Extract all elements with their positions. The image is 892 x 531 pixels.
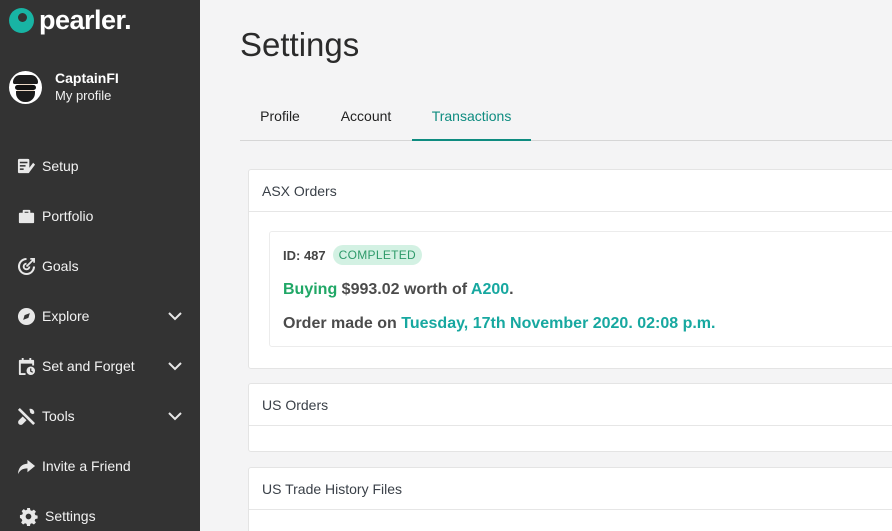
sidebar-item-tools[interactable]: Tools <box>0 396 200 436</box>
order-amount: $993.02 <box>341 281 400 298</box>
briefcase-icon <box>16 206 36 226</box>
us-trade-history-title: US Trade History Files <box>249 468 892 510</box>
sidebar-item-setup[interactable]: Setup <box>0 146 200 186</box>
us-orders-card: US Orders <box>248 383 892 452</box>
sidebar-item-label: Portfolio <box>42 208 94 224</box>
status-badge: COMPLETED <box>332 245 423 265</box>
profile-name: CaptainFI <box>55 70 119 86</box>
chevron-down-icon[interactable] <box>167 408 183 424</box>
sidebar-item-explore[interactable]: Explore <box>0 296 200 336</box>
tab-profile[interactable]: Profile <box>240 98 320 141</box>
gear-icon <box>18 506 38 526</box>
asx-orders-title: ASX Orders <box>249 170 892 212</box>
pearler-logo[interactable]: pearler. <box>9 4 132 36</box>
avatar <box>9 70 42 104</box>
calendar-clock-icon <box>16 356 36 376</box>
sidebar-item-label: Settings <box>45 508 96 524</box>
sidebar-item-label: Goals <box>42 258 79 274</box>
chevron-down-icon[interactable] <box>167 308 183 324</box>
pearler-logo-icon <box>9 7 34 33</box>
target-icon <box>16 256 36 276</box>
my-profile-link[interactable]: My profile <box>55 87 119 105</box>
sidebar-item-invite-a-friend[interactable]: Invite a Friend <box>0 446 200 486</box>
tab-transactions[interactable]: Transactions <box>412 98 531 141</box>
order-period: . <box>509 281 514 298</box>
sidebar-item-label: Set and Forget <box>42 358 135 374</box>
order-date: Tuesday, 17th November 2020. 02:08 p.m. <box>401 315 716 332</box>
tab-account[interactable]: Account <box>320 98 412 141</box>
order-date-line: Order made on Tuesday, 17th November 202… <box>283 315 715 333</box>
chevron-down-icon[interactable] <box>167 358 183 374</box>
asx-orders-card: ASX Orders ID: 487 COMPLETED Buying $993… <box>248 169 892 369</box>
compass-icon <box>16 306 36 326</box>
sidebar-item-label: Explore <box>42 308 90 324</box>
sidebar-item-label: Tools <box>42 408 75 424</box>
us-orders-title: US Orders <box>249 384 892 426</box>
sidebar-item-portfolio[interactable]: Portfolio <box>0 196 200 236</box>
profile-block[interactable]: CaptainFI My profile <box>9 69 119 105</box>
settings-tabs: Profile Account Transactions <box>240 98 892 141</box>
order-made-on-label: Order made on <box>283 315 397 332</box>
setup-icon <box>16 156 36 176</box>
order-summary: Buying $993.02 worth of A200. <box>283 281 514 299</box>
order-ticker[interactable]: A200 <box>471 281 509 298</box>
order-id: ID: 487 <box>283 247 326 263</box>
brand-name: pearler. <box>39 5 132 35</box>
sidebar-item-label: Setup <box>42 158 79 174</box>
page-title: Settings <box>240 26 360 63</box>
tools-icon <box>16 406 36 426</box>
order-item[interactable]: ID: 487 COMPLETED Buying $993.02 worth o… <box>269 231 892 347</box>
order-action: Buying <box>283 281 338 298</box>
sidebar-item-set-and-forget[interactable]: Set and Forget <box>0 346 200 386</box>
sidebar-item-label: Invite a Friend <box>42 458 131 474</box>
order-worth-of: worth of <box>403 281 468 298</box>
sidebar: pearler. CaptainFI My profile Setup Port… <box>0 0 200 531</box>
sidebar-item-goals[interactable]: Goals <box>0 246 200 286</box>
share-arrow-icon <box>16 456 36 476</box>
us-trade-history-card: US Trade History Files <box>248 467 892 531</box>
sidebar-item-settings[interactable]: Settings <box>0 496 200 531</box>
